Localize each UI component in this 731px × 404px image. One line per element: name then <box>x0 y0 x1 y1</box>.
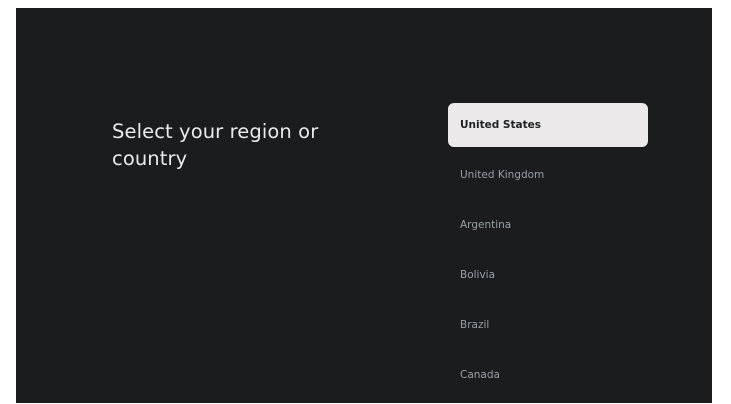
region-option-united-kingdom[interactable]: United Kingdom <box>448 153 648 197</box>
region-list[interactable]: United States United Kingdom Argentina B… <box>448 103 648 403</box>
region-option-canada[interactable]: Canada <box>448 353 648 397</box>
region-option-argentina[interactable]: Argentina <box>448 203 648 247</box>
tv-screen: Select your region or country United Sta… <box>16 8 712 403</box>
region-option-brazil[interactable]: Brazil <box>448 303 648 347</box>
page-title: Select your region or country <box>112 120 319 170</box>
region-option-bolivia[interactable]: Bolivia <box>448 253 648 297</box>
region-option-united-states[interactable]: United States <box>448 103 648 147</box>
